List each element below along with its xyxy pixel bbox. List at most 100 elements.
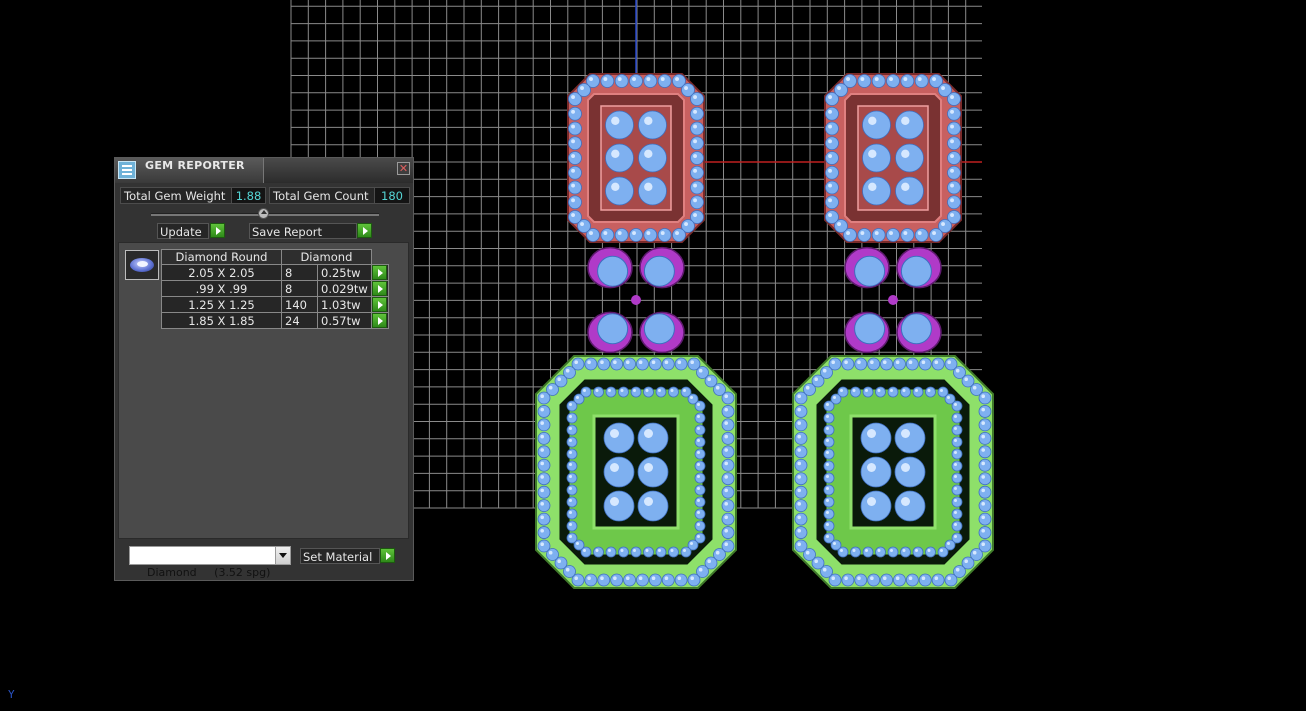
gem-highlight <box>954 415 957 418</box>
gem-stone <box>823 496 835 508</box>
row-size: 2.05 X 2.05 <box>161 264 282 281</box>
gem-reporter-panel: GEM REPORTER ✕ Total Gem Weight 1.88 Tot… <box>114 157 414 581</box>
gem-stone <box>694 460 706 472</box>
gem-stone <box>568 180 582 195</box>
update-go-button[interactable] <box>210 223 225 238</box>
gem-stone <box>860 422 892 454</box>
update-button[interactable]: Update <box>157 223 209 239</box>
title-bar[interactable]: GEM REPORTER ✕ <box>115 158 413 183</box>
gem-highlight <box>852 549 856 552</box>
gem-stone <box>605 386 617 398</box>
gem-stone <box>694 484 706 496</box>
gem-stone <box>825 195 839 210</box>
gem-highlight <box>569 427 572 430</box>
gem-stone <box>584 357 598 371</box>
gem-highlight <box>797 542 801 546</box>
gem-stone <box>823 448 835 460</box>
play-arrow-icon[interactable] <box>371 313 387 328</box>
gem-highlight <box>901 149 910 158</box>
gem-highlight <box>889 231 893 235</box>
gem-highlight <box>890 549 893 552</box>
gem-highlight <box>932 77 936 82</box>
gem-highlight <box>826 415 829 418</box>
gem-highlight <box>540 542 544 546</box>
gem-highlight <box>844 576 848 580</box>
right-earring[interactable] <box>792 73 994 589</box>
gem-highlight <box>724 502 728 506</box>
gem-stone <box>951 412 963 424</box>
earrings[interactable] <box>535 73 994 589</box>
gem-highlight <box>865 389 868 392</box>
gem-highlight <box>651 576 656 580</box>
diamond-round-icon[interactable] <box>125 250 159 280</box>
gem-highlight <box>927 549 931 552</box>
gem-highlight <box>950 198 954 203</box>
row-size: 1.25 X 1.25 <box>161 296 282 313</box>
gem-highlight <box>828 213 832 217</box>
gem-stone <box>597 357 611 371</box>
slider-handle[interactable] <box>258 208 269 219</box>
gem-highlight <box>972 550 977 555</box>
gem-highlight <box>569 475 572 478</box>
gem-highlight <box>610 497 619 506</box>
gem-stone <box>823 532 835 544</box>
gem-highlight <box>571 109 575 114</box>
gem-highlight <box>571 139 575 144</box>
gem-stone <box>694 496 706 508</box>
save-report-button[interactable]: Save Report <box>249 223 357 239</box>
row-action-cell <box>370 280 389 297</box>
gem-highlight <box>908 360 913 365</box>
gem-highlight <box>724 461 728 466</box>
gem-stone <box>951 484 963 496</box>
gem-highlight <box>903 77 908 82</box>
gem-highlight <box>664 360 669 365</box>
gem-stone <box>794 418 808 432</box>
gem-highlight <box>901 497 910 506</box>
gem-stone <box>914 228 929 242</box>
gem-highlight <box>981 421 985 425</box>
close-button[interactable]: ✕ <box>397 162 410 175</box>
gem-highlight <box>941 86 945 91</box>
gem-highlight <box>934 360 939 365</box>
gem-highlight <box>950 95 954 100</box>
set-material-button[interactable]: Set Material <box>300 548 380 564</box>
gem-highlight <box>587 576 591 580</box>
gem-stone <box>597 573 611 587</box>
gem-stone <box>568 195 582 210</box>
material-select[interactable]: Diamond (3.52 spg) <box>129 546 291 579</box>
gem-stone <box>944 573 958 587</box>
gem-stone <box>850 546 861 558</box>
total-gem-count-label: Total Gem Count <box>269 187 375 204</box>
play-arrow-icon[interactable] <box>371 281 387 296</box>
gem-highlight <box>889 77 893 82</box>
gem-highlight <box>947 542 950 545</box>
gem-stone <box>886 74 900 88</box>
gem-stone <box>862 176 891 206</box>
gem-highlight <box>867 463 876 472</box>
gem-stone <box>823 436 835 448</box>
gem-highlight <box>868 116 877 126</box>
save-report-go-button[interactable] <box>357 223 372 238</box>
chevron-up-icon <box>261 210 267 214</box>
play-arrow-icon[interactable] <box>371 265 387 280</box>
gem-highlight <box>857 576 861 580</box>
gem-stone <box>721 526 735 539</box>
gem-highlight <box>690 542 693 545</box>
gem-highlight <box>693 154 697 158</box>
gem-stone <box>610 573 624 587</box>
gem-stone <box>661 573 675 587</box>
play-arrow-icon[interactable] <box>371 297 387 312</box>
set-material-go-button[interactable] <box>380 548 395 563</box>
gem-stone <box>597 255 629 287</box>
gem-stone <box>895 110 924 140</box>
gem-stone <box>694 448 706 460</box>
gem-stone <box>854 573 868 587</box>
gem-highlight <box>587 360 591 365</box>
gem-stone <box>566 484 578 496</box>
gem-highlight <box>540 502 544 506</box>
row-size: 1.85 X 1.85 <box>161 312 282 329</box>
chevron-down-icon[interactable] <box>275 547 290 564</box>
gem-stone <box>605 176 634 206</box>
title-tab[interactable]: GEM REPORTER <box>115 158 264 183</box>
gem-stone <box>603 456 635 488</box>
